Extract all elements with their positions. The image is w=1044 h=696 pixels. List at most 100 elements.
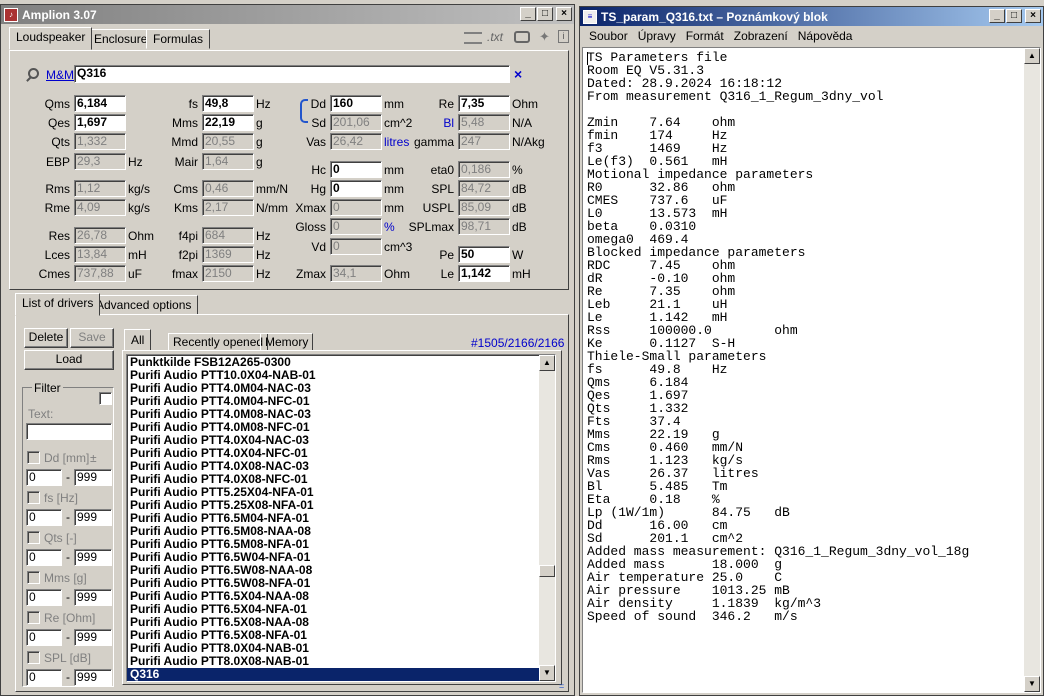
qms-label: Qms	[44, 97, 70, 111]
list-item[interactable]: Q316	[127, 668, 555, 681]
rms-field: 1,12	[74, 180, 126, 197]
mmd-label: Mmd	[171, 135, 198, 149]
notepad-scrollbar[interactable]: ▲ ▼	[1024, 48, 1040, 692]
list-tab-recently-opened[interactable]: Recently opened	[168, 333, 269, 351]
txt-export-label[interactable]: .txt	[487, 30, 503, 44]
amplion-app-icon: ♪	[4, 7, 18, 22]
filter-qts-label: Qts [-]	[44, 531, 77, 545]
rme-label: Rme	[44, 201, 70, 215]
filter-re-max[interactable]: 999	[74, 629, 112, 646]
notepad-close-button[interactable]: ×	[1025, 9, 1041, 23]
kms-unit: N/mm	[256, 201, 288, 215]
driver-count: #1505/2166/2166	[471, 336, 565, 350]
scroll-down-button[interactable]: ▼	[539, 665, 555, 681]
filter-dd-min[interactable]: 0	[26, 469, 62, 486]
dd-unit: mm	[384, 97, 404, 111]
filter-enable-checkbox[interactable]	[99, 392, 112, 405]
notepad-titlebar[interactable]: ≡ TS_param_Q316.txt – Poznámkový blok _ …	[580, 7, 1043, 26]
filter-qts-max[interactable]: 999	[74, 549, 112, 566]
filter-spl-checkbox	[27, 651, 40, 664]
delete-button[interactable]: Delete	[24, 328, 68, 348]
tab-list-of-drivers[interactable]: List of drivers	[15, 293, 101, 316]
gamma-field: 247	[458, 133, 510, 150]
load-button[interactable]: Load	[24, 350, 114, 370]
hc-unit: mm	[384, 163, 404, 177]
tab-loudspeaker[interactable]: Loudspeaker	[9, 27, 93, 50]
notepad-maximize-button[interactable]: □	[1006, 9, 1022, 23]
list-item[interactable]: Purifi Audio PTT8.0X08-NAB-01	[127, 655, 555, 668]
mair-label: Mair	[174, 155, 198, 169]
search-label[interactable]: M&M	[46, 68, 74, 82]
eta0-label: eta0	[430, 163, 454, 177]
tab-formulas[interactable]: Formulas	[146, 29, 211, 49]
notepad-scroll-up-button[interactable]: ▲	[1024, 48, 1040, 64]
notes-icon[interactable]	[464, 32, 482, 44]
mms-field[interactable]: 22,19	[202, 114, 254, 131]
menu-upravy[interactable]: Úpravy	[633, 27, 681, 45]
xmax-field: 0	[330, 199, 382, 216]
gloss-label: Gloss	[295, 220, 326, 234]
ebp-field: 29,3	[74, 153, 126, 170]
mms-unit: g	[256, 116, 263, 130]
notepad-editor[interactable]: TS Parameters file Room EQ V5.31.3 Dated…	[582, 47, 1041, 693]
cmes-unit: uF	[128, 267, 143, 281]
driver-list[interactable]: Punktkilde FSB12A265-0300 Purifi Audio PT…	[126, 354, 556, 682]
filter-qts-min[interactable]: 0	[26, 549, 62, 566]
fs-field[interactable]: 49,8	[202, 95, 254, 112]
notepad-minimize-button[interactable]: _	[989, 9, 1005, 23]
f4pi-unit: Hz	[256, 229, 271, 243]
re-field[interactable]: 7,35	[458, 95, 510, 112]
list-tab-all[interactable]: All	[124, 329, 152, 351]
splmax-unit: dB	[512, 220, 527, 234]
menu-zobrazeni[interactable]: Zobrazení	[729, 27, 793, 45]
filter-re-min[interactable]: 0	[26, 629, 62, 646]
filter-mms-max[interactable]: 999	[74, 589, 112, 606]
qms-field[interactable]: 6,184	[74, 95, 126, 112]
f2pi-label: f2pi	[178, 248, 198, 262]
camera-icon[interactable]	[514, 31, 530, 43]
tab-enclosure[interactable]: Enclosure	[87, 29, 155, 49]
notepad-scroll-down-button[interactable]: ▼	[1024, 676, 1040, 692]
dd-field[interactable]: 160	[330, 95, 382, 112]
bl-label[interactable]: Bl	[406, 116, 454, 130]
filter-fs-max[interactable]: 999	[74, 509, 112, 526]
tab-advanced-options[interactable]: Advanced options	[89, 295, 199, 315]
scroll-thumb[interactable]	[539, 565, 555, 577]
info-icon[interactable]: i	[558, 30, 569, 43]
cms-unit: mm/N	[256, 182, 288, 196]
menu-format[interactable]: Formát	[681, 27, 729, 45]
filter-text-input[interactable]	[26, 423, 112, 440]
hg-field[interactable]: 0	[330, 180, 382, 197]
maximize-button[interactable]: □	[537, 7, 553, 21]
close-button[interactable]: ×	[556, 7, 572, 21]
minimize-button[interactable]: _	[520, 7, 536, 21]
mair-unit: g	[256, 155, 263, 169]
filter-fs-min[interactable]: 0	[26, 509, 62, 526]
clear-search-button[interactable]: ×	[514, 66, 522, 82]
scroll-up-button[interactable]: ▲	[539, 355, 555, 371]
driver-list-scrollbar[interactable]: ▲ ▼	[539, 355, 555, 681]
filter-spl-max[interactable]: 999	[74, 669, 112, 686]
mair-field: 1,64	[202, 153, 254, 170]
filter-dd-max[interactable]: 999	[74, 469, 112, 486]
filter-mms-min[interactable]: 0	[26, 589, 62, 606]
dd-label: Dd	[310, 97, 326, 111]
gamma-unit: N/Akg	[512, 135, 545, 149]
filter-fs-dash: -	[66, 510, 70, 524]
le-field[interactable]: 1,142	[458, 265, 510, 282]
resize-grip-icon[interactable]: =	[559, 681, 564, 691]
amplion-titlebar[interactable]: ♪ Amplion 3.07 _ □ ×	[1, 5, 574, 24]
qes-field[interactable]: 1,697	[74, 114, 126, 131]
search-input[interactable]: Q316	[74, 65, 510, 83]
pe-field[interactable]: 50	[458, 246, 510, 263]
gloss-unit[interactable]: %	[384, 220, 395, 234]
filter-spl-min[interactable]: 0	[26, 669, 62, 686]
ebp-label: EBP	[45, 155, 70, 169]
menu-soubor[interactable]: Soubor	[584, 27, 633, 45]
amplion-title: Amplion 3.07	[22, 7, 97, 22]
hc-field[interactable]: 0	[330, 161, 382, 178]
list-tab-memory[interactable]: Memory	[260, 333, 314, 351]
xmax-unit: mm	[384, 201, 404, 215]
menu-napoveda[interactable]: Nápověda	[793, 27, 858, 45]
pin-icon[interactable]: ✦	[539, 29, 550, 45]
